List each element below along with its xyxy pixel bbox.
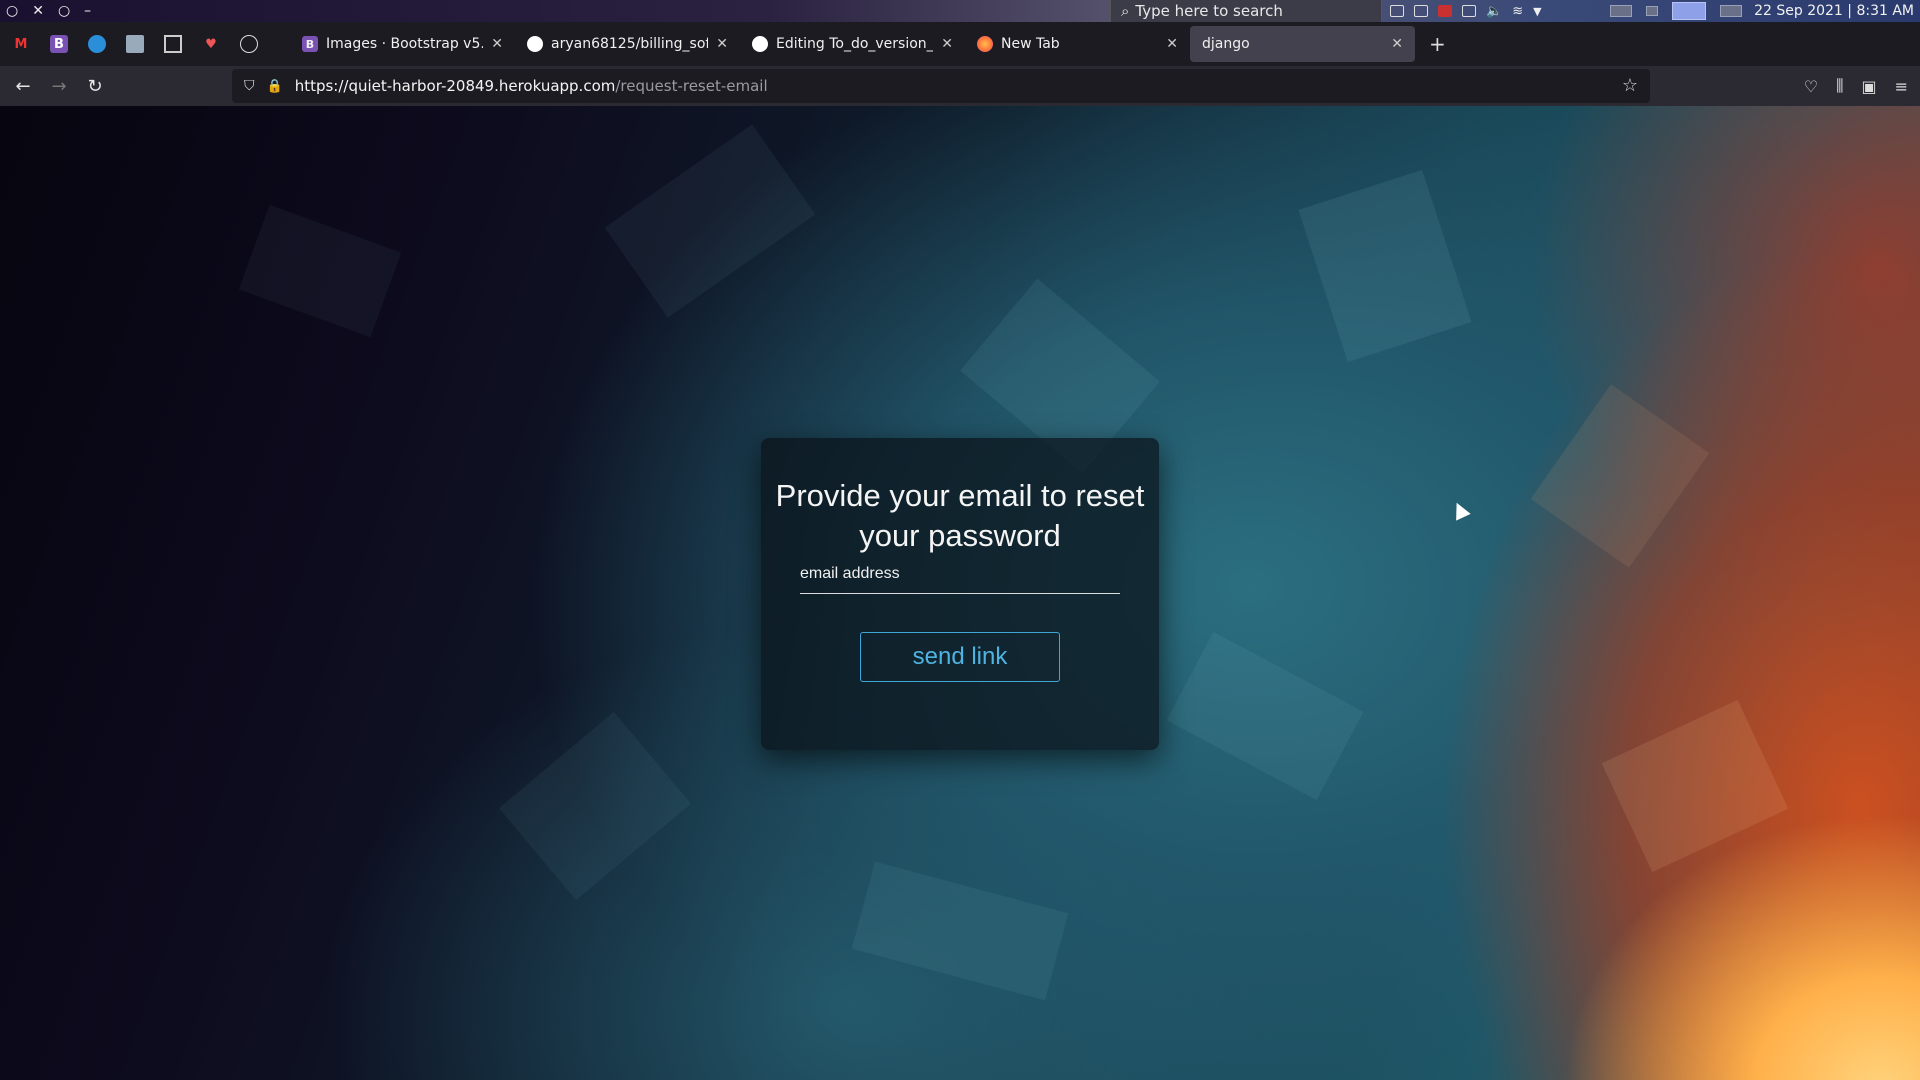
tab-billing-software[interactable]: aryan68125/billing_softwa ✕	[515, 26, 740, 62]
tab-title: Images · Bootstrap v5.1	[326, 36, 484, 52]
pinned-tab-edge-icon[interactable]	[88, 35, 106, 53]
pocket-icon[interactable]: ♡	[1804, 77, 1818, 96]
page-background: Provide your email to reset your passwor…	[0, 106, 1920, 1080]
circle-icon[interactable]: ○	[6, 4, 18, 18]
page-title: Provide your email to reset your passwor…	[775, 478, 1145, 553]
bookmark-star-icon[interactable]: ☆	[1622, 75, 1638, 96]
tab-bar: M B ♥ B Images · Bootstrap v5.1 ✕ aryan6…	[0, 22, 1920, 66]
system-search-box[interactable]: ⌕ Type here to search	[1110, 0, 1382, 22]
new-tab-plus-icon[interactable]: +	[1429, 32, 1446, 56]
menu-icon[interactable]: ≡	[1895, 77, 1908, 96]
reload-icon[interactable]: ↻	[77, 68, 113, 104]
background-shard	[238, 204, 402, 338]
pinned-tab-globe-icon[interactable]	[240, 35, 258, 53]
shield-icon[interactable]: ⛉	[244, 78, 255, 94]
tab-new-tab[interactable]: New Tab ✕	[965, 26, 1190, 62]
background-shard	[1298, 169, 1472, 363]
ring-icon[interactable]: ○	[58, 4, 70, 18]
screen-icon[interactable]	[1390, 5, 1404, 17]
sidebar-icon[interactable]: ▣	[1861, 77, 1876, 96]
github-icon	[527, 36, 543, 52]
close-icon[interactable]: ✕	[32, 4, 44, 18]
notification-icon[interactable]	[1438, 5, 1452, 17]
close-icon[interactable]: ✕	[716, 36, 728, 52]
system-clock[interactable]: 22 Sep 2021 | 8:31 AM	[1754, 0, 1914, 22]
pinned-tabs: M B ♥	[0, 35, 290, 53]
library-icon[interactable]: ⫼	[1836, 76, 1843, 96]
email-field[interactable]	[800, 554, 1120, 593]
search-icon: ⌕	[1121, 2, 1130, 20]
workspace-3[interactable]	[1672, 2, 1706, 20]
email-field-wrapper	[800, 554, 1120, 594]
minimize-icon[interactable]: –	[84, 4, 91, 18]
pinned-tab-m-icon[interactable]: M	[12, 35, 30, 53]
volume-icon[interactable]: 🔈	[1486, 4, 1502, 19]
pinned-tab-heart-icon[interactable]: ♥	[202, 35, 220, 53]
close-icon[interactable]: ✕	[1166, 36, 1178, 52]
system-panel: ○ ✕ ○ – ⌕ Type here to search 🔈 ≋ ▼ 22 S…	[0, 0, 1920, 22]
forward-arrow-icon[interactable]: →	[41, 68, 77, 104]
wifi-icon[interactable]: ≋	[1512, 4, 1523, 19]
github-icon	[752, 36, 768, 52]
tab-django[interactable]: django ✕	[1190, 26, 1415, 62]
close-icon[interactable]: ✕	[491, 36, 503, 52]
background-shard	[851, 861, 1069, 1001]
workspace-switcher	[1610, 0, 1742, 22]
background-shard	[1601, 699, 1789, 873]
workspace-4[interactable]	[1720, 5, 1742, 17]
url-bar[interactable]: ⛉ 🔒 https://quiet-harbor-20849.herokuapp…	[232, 69, 1650, 103]
system-search-placeholder: Type here to search	[1135, 2, 1283, 20]
tab-bootstrap[interactable]: B Images · Bootstrap v5.1 ✕	[290, 26, 515, 62]
navigation-bar: ← → ↻ ⛉ 🔒 https://quiet-harbor-20849.her…	[0, 66, 1920, 106]
window-controls: ○ ✕ ○ –	[0, 4, 91, 18]
firefox-icon	[977, 36, 993, 52]
lock-icon[interactable]: 🔒	[267, 79, 283, 94]
close-icon[interactable]: ✕	[941, 36, 953, 52]
back-arrow-icon[interactable]: ←	[5, 68, 41, 104]
background-shard	[1530, 384, 1710, 568]
toolbar-right: ♡ ⫼ ▣ ≡	[1804, 66, 1908, 106]
background-shard	[498, 711, 692, 901]
send-link-button[interactable]: send link	[860, 632, 1060, 682]
close-icon[interactable]: ✕	[1391, 36, 1403, 52]
background-shard	[1166, 631, 1364, 801]
tab-editing-todo[interactable]: Editing To_do_version_2/RE ✕	[740, 26, 965, 62]
mouse-cursor	[1449, 499, 1471, 521]
url-path: /request-reset-email	[615, 77, 768, 95]
clipboard-icon[interactable]	[1462, 5, 1476, 17]
pinned-tab-bootstrap-icon[interactable]: B	[50, 35, 68, 53]
url-host: https://quiet-harbor-20849.herokuapp.com	[294, 77, 616, 95]
pinned-tab-image-icon[interactable]	[126, 35, 144, 53]
chevron-down-icon[interactable]: ▼	[1533, 5, 1541, 18]
tab-title: New Tab	[1001, 36, 1060, 52]
tab-title: aryan68125/billing_softwa	[551, 36, 709, 52]
pinned-tab-book-icon[interactable]	[164, 35, 182, 53]
background-shard	[604, 124, 816, 318]
bootstrap-icon: B	[302, 36, 318, 52]
reset-password-card: Provide your email to reset your passwor…	[761, 438, 1159, 750]
camera-icon[interactable]	[1414, 5, 1428, 17]
workspace-1[interactable]	[1610, 5, 1632, 17]
system-tray: 🔈 ≋ ▼	[1390, 0, 1542, 22]
tab-title: Editing To_do_version_2/RE	[776, 36, 934, 52]
workspace-2[interactable]	[1646, 6, 1658, 16]
tab-title: django	[1202, 36, 1250, 52]
